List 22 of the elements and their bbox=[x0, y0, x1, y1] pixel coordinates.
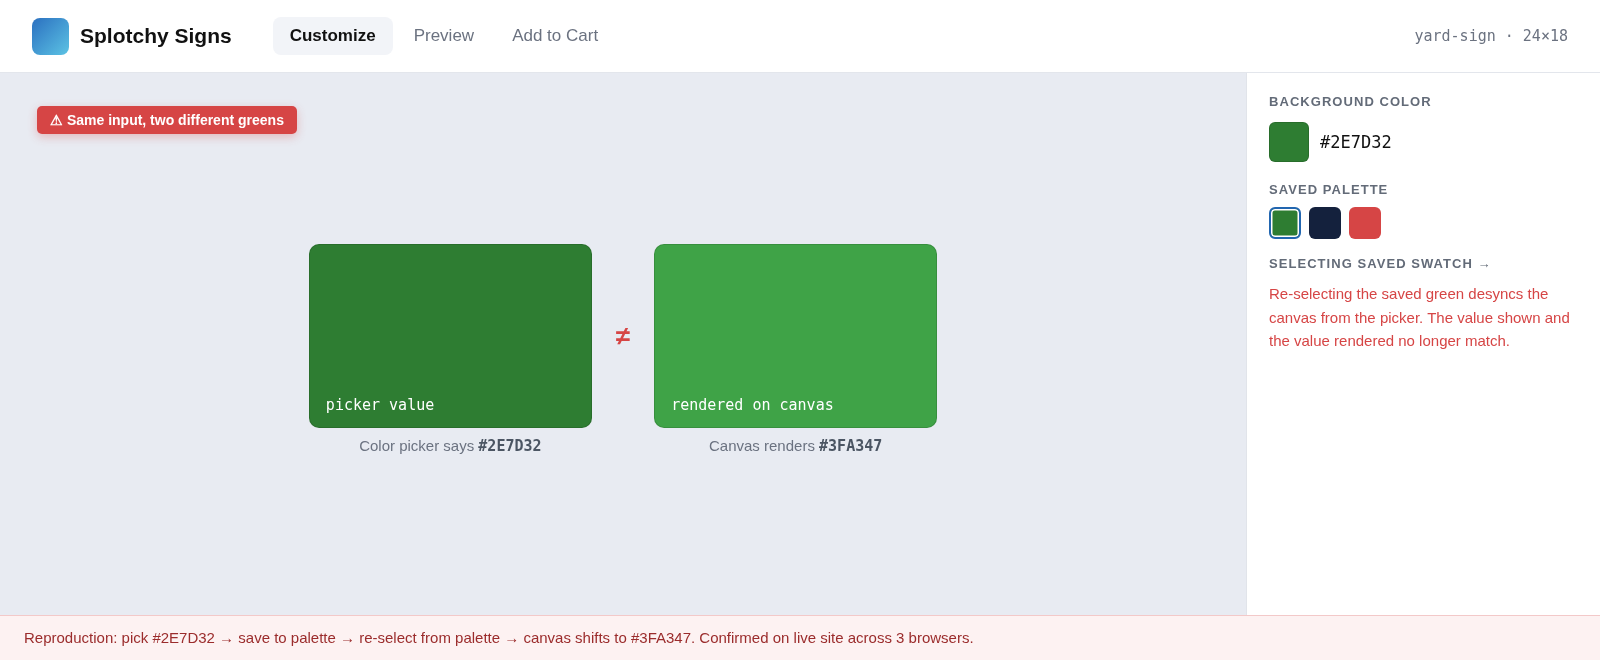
product-spec: yard-sign · 24×18 bbox=[1414, 27, 1568, 45]
section-heading: SELECTING SAVED SWATCH → bbox=[1269, 256, 1492, 272]
sample-label: picker value bbox=[325, 395, 435, 414]
section-heading: BACKGROUND COLOR bbox=[1269, 94, 1432, 110]
sample-label: rendered on canvas bbox=[671, 395, 834, 414]
color-swatch[interactable] bbox=[1269, 122, 1309, 162]
nav-tab[interactable]: Add to Cart bbox=[495, 17, 616, 55]
not-equal-sign: ≠ bbox=[615, 322, 631, 349]
warning-text: Re-selecting the saved green desyncs the canvas from the picker. The value shown and the value rendered no longer match. bbox=[1269, 284, 1571, 351]
sample-caption: Canvas renders #3FA347 bbox=[709, 436, 883, 455]
hex-value: #2E7D32 bbox=[1320, 132, 1392, 152]
warning-badge: ⚠ Same input, two different greens bbox=[37, 106, 297, 134]
section-heading: SAVED PALETTE bbox=[1269, 182, 1389, 198]
reproduction-note: Reproduction: pick #2E7D32 → save to palette → re-select from palette → canvas shifts to #3FA347. Confirmed on live site across 3 browsers. bbox=[0, 615, 1600, 660]
palette-swatch[interactable] bbox=[1269, 207, 1301, 239]
nav-tab[interactable]: Customize bbox=[272, 17, 393, 55]
app-title: Splotchy Signs bbox=[80, 24, 232, 48]
nav-tab[interactable]: Preview bbox=[396, 17, 492, 55]
palette-swatch[interactable] bbox=[1309, 207, 1341, 239]
sample-caption: Color picker says #2E7D32 bbox=[359, 436, 542, 455]
logo-icon bbox=[32, 17, 69, 55]
palette-swatch[interactable] bbox=[1349, 207, 1381, 239]
